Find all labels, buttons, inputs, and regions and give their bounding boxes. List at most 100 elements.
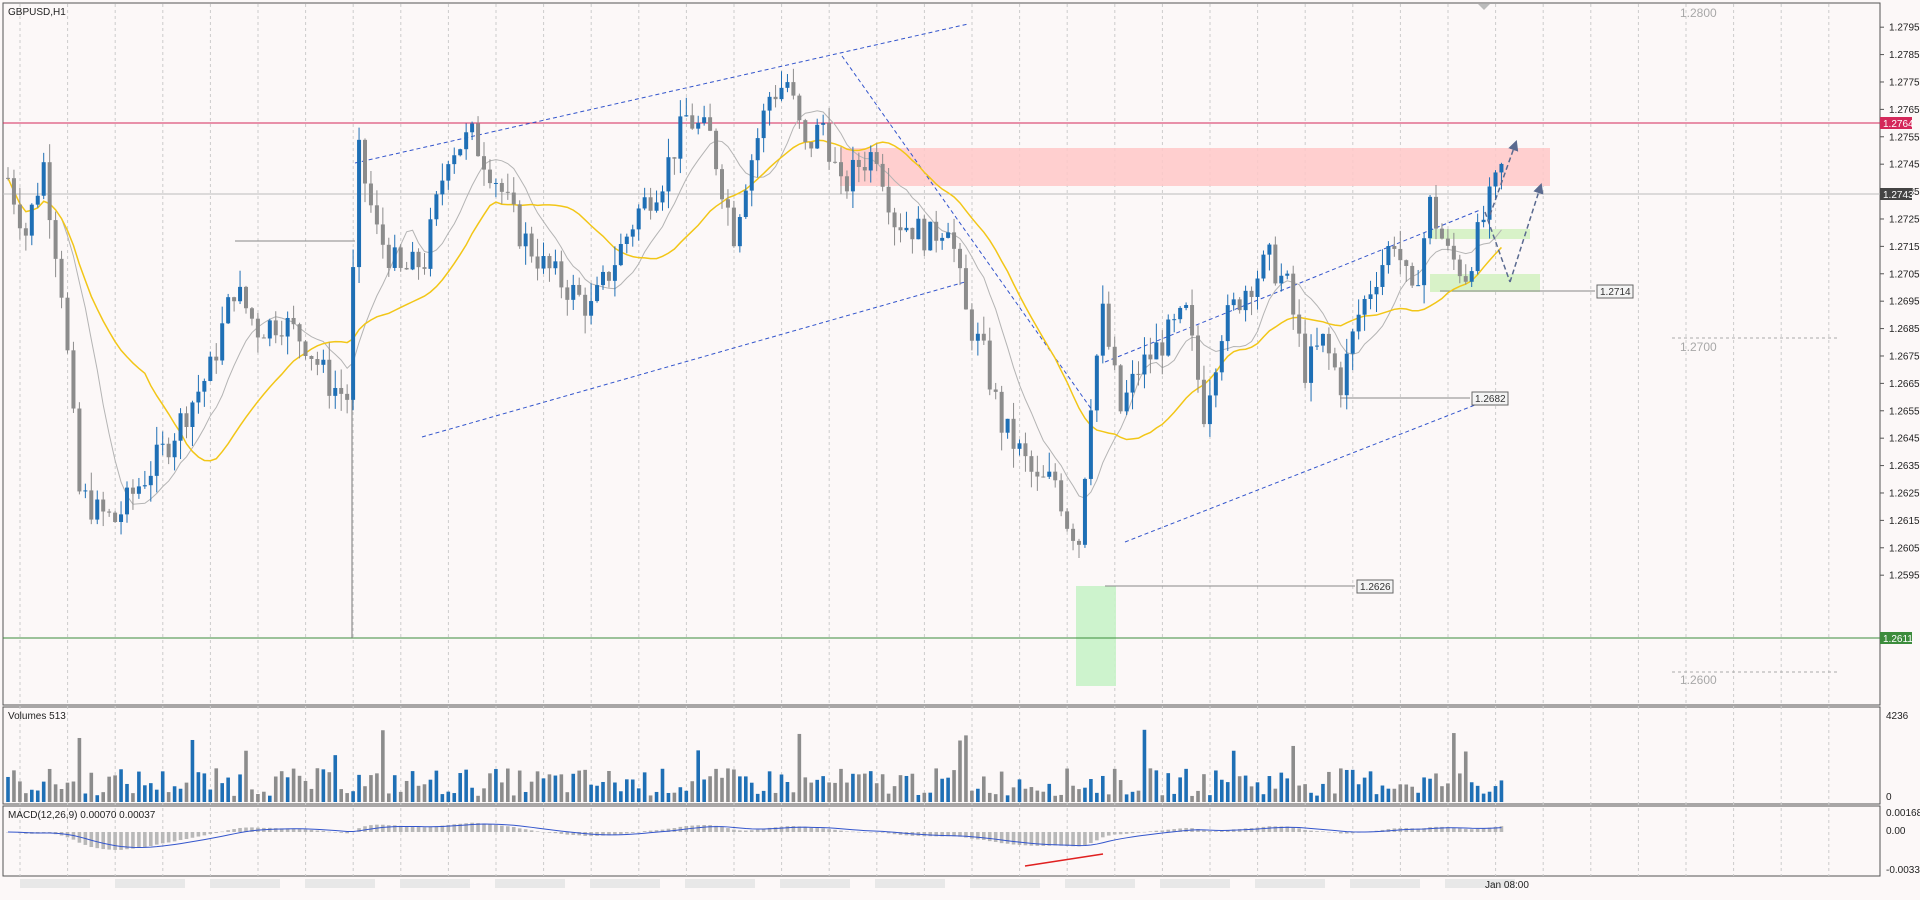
volume-bar	[119, 769, 123, 802]
date-label	[685, 879, 755, 888]
macd-bar	[1220, 830, 1224, 832]
candle-body	[267, 320, 272, 339]
macd-bar	[321, 830, 326, 832]
candle-body	[839, 162, 843, 177]
candle-body	[482, 156, 486, 170]
volume-bar	[934, 768, 938, 802]
candle-body	[541, 256, 546, 269]
volume-bar	[77, 737, 82, 802]
date-label	[495, 879, 565, 888]
macd-bar	[1243, 828, 1248, 832]
macd-bar	[208, 832, 213, 835]
volume-bar	[773, 792, 778, 802]
candle-body	[1225, 305, 1230, 342]
volume-bar	[1392, 788, 1397, 802]
volume-bar	[113, 775, 117, 802]
macd-bar	[160, 832, 165, 844]
main-panel-frame	[2, 2, 1881, 706]
volume-bar	[392, 775, 397, 802]
macd-bar	[178, 832, 183, 840]
candle-body	[136, 486, 141, 494]
candle-body	[232, 297, 237, 302]
candle-body	[725, 199, 730, 208]
candle-body	[1416, 285, 1421, 287]
volume-bar	[1362, 777, 1367, 802]
candle-body	[1082, 478, 1087, 545]
volume-bar	[1452, 733, 1456, 802]
candle-body	[47, 162, 52, 221]
candle-body	[1297, 314, 1302, 334]
candle-body	[898, 227, 903, 231]
candle-body	[821, 123, 826, 125]
candle-body	[309, 355, 314, 359]
candle-body	[553, 261, 558, 269]
scroll-marker-icon[interactable]	[1478, 4, 1490, 10]
vertical-grid	[19, 4, 1830, 876]
volume-bar	[1463, 751, 1468, 802]
volume-bar	[898, 775, 903, 802]
volume-bar	[291, 768, 296, 802]
macd-bar	[851, 831, 855, 833]
volume-bar	[1220, 779, 1224, 802]
price-tick-label: 1.2765	[1889, 105, 1920, 116]
candles[interactable]	[6, 68, 1504, 559]
candle-body	[1017, 443, 1022, 449]
macd-bar	[488, 824, 492, 832]
macd-bar	[107, 832, 111, 850]
volume-bar	[535, 771, 540, 802]
candle-body	[1100, 303, 1105, 356]
volume-bar	[1267, 776, 1272, 802]
volume-bar	[952, 770, 956, 802]
macd-bar	[1011, 832, 1016, 845]
symbol-title: GBPUSD,H1	[8, 7, 66, 18]
volume-bar	[1261, 794, 1266, 802]
volume-bar	[868, 771, 873, 802]
volume-bar	[1475, 785, 1480, 802]
macd-bar	[1112, 832, 1117, 835]
candle-body	[1499, 163, 1504, 173]
candle-body	[904, 227, 909, 231]
candle-body	[339, 387, 344, 394]
volume-bar	[993, 794, 998, 802]
macd-bar	[547, 832, 552, 833]
volume-bar	[6, 776, 10, 802]
volume-bar	[1214, 770, 1218, 802]
macd-bar	[702, 825, 706, 832]
candle-body	[130, 487, 135, 494]
volume-bar	[470, 787, 474, 802]
macd-bar	[845, 831, 849, 832]
volume-bar	[1047, 783, 1052, 802]
macd-bar	[1166, 829, 1171, 832]
macd-bar	[970, 832, 974, 839]
volume-bar	[214, 768, 219, 802]
volume-bar	[583, 769, 587, 802]
price-chart[interactable]: GBPUSD,H1 1.2795 1.2785 1.2775 1.2765 1.2755…	[0, 0, 1920, 900]
volume-bar	[851, 773, 855, 802]
candle-body	[815, 124, 820, 149]
candle-body	[1481, 219, 1486, 223]
macd-bar	[1333, 832, 1337, 833]
candle-body	[975, 333, 980, 341]
macd-bar	[696, 825, 700, 832]
macd-bar	[648, 830, 653, 832]
volume-bar	[761, 790, 766, 802]
volume-bar	[1291, 745, 1295, 802]
candle-body	[511, 192, 516, 205]
macd-bar	[1481, 828, 1486, 832]
date-label	[1255, 879, 1325, 888]
candle-body	[1445, 238, 1450, 246]
candle-body	[398, 247, 403, 268]
volume-bar	[642, 772, 647, 802]
volume-bar	[857, 774, 861, 802]
candle-body	[440, 180, 445, 195]
macd-bar	[1065, 832, 1069, 846]
candle-body	[95, 499, 100, 520]
volume-title: Volumes 513	[8, 711, 66, 722]
volume-bar	[910, 773, 915, 802]
volume-bar	[1309, 792, 1313, 802]
candle-body	[1273, 244, 1278, 284]
volume-bar	[744, 776, 748, 802]
volume-bar	[273, 776, 278, 802]
macd-bar	[976, 832, 980, 840]
price-tick-label: 1.2725	[1889, 214, 1920, 225]
